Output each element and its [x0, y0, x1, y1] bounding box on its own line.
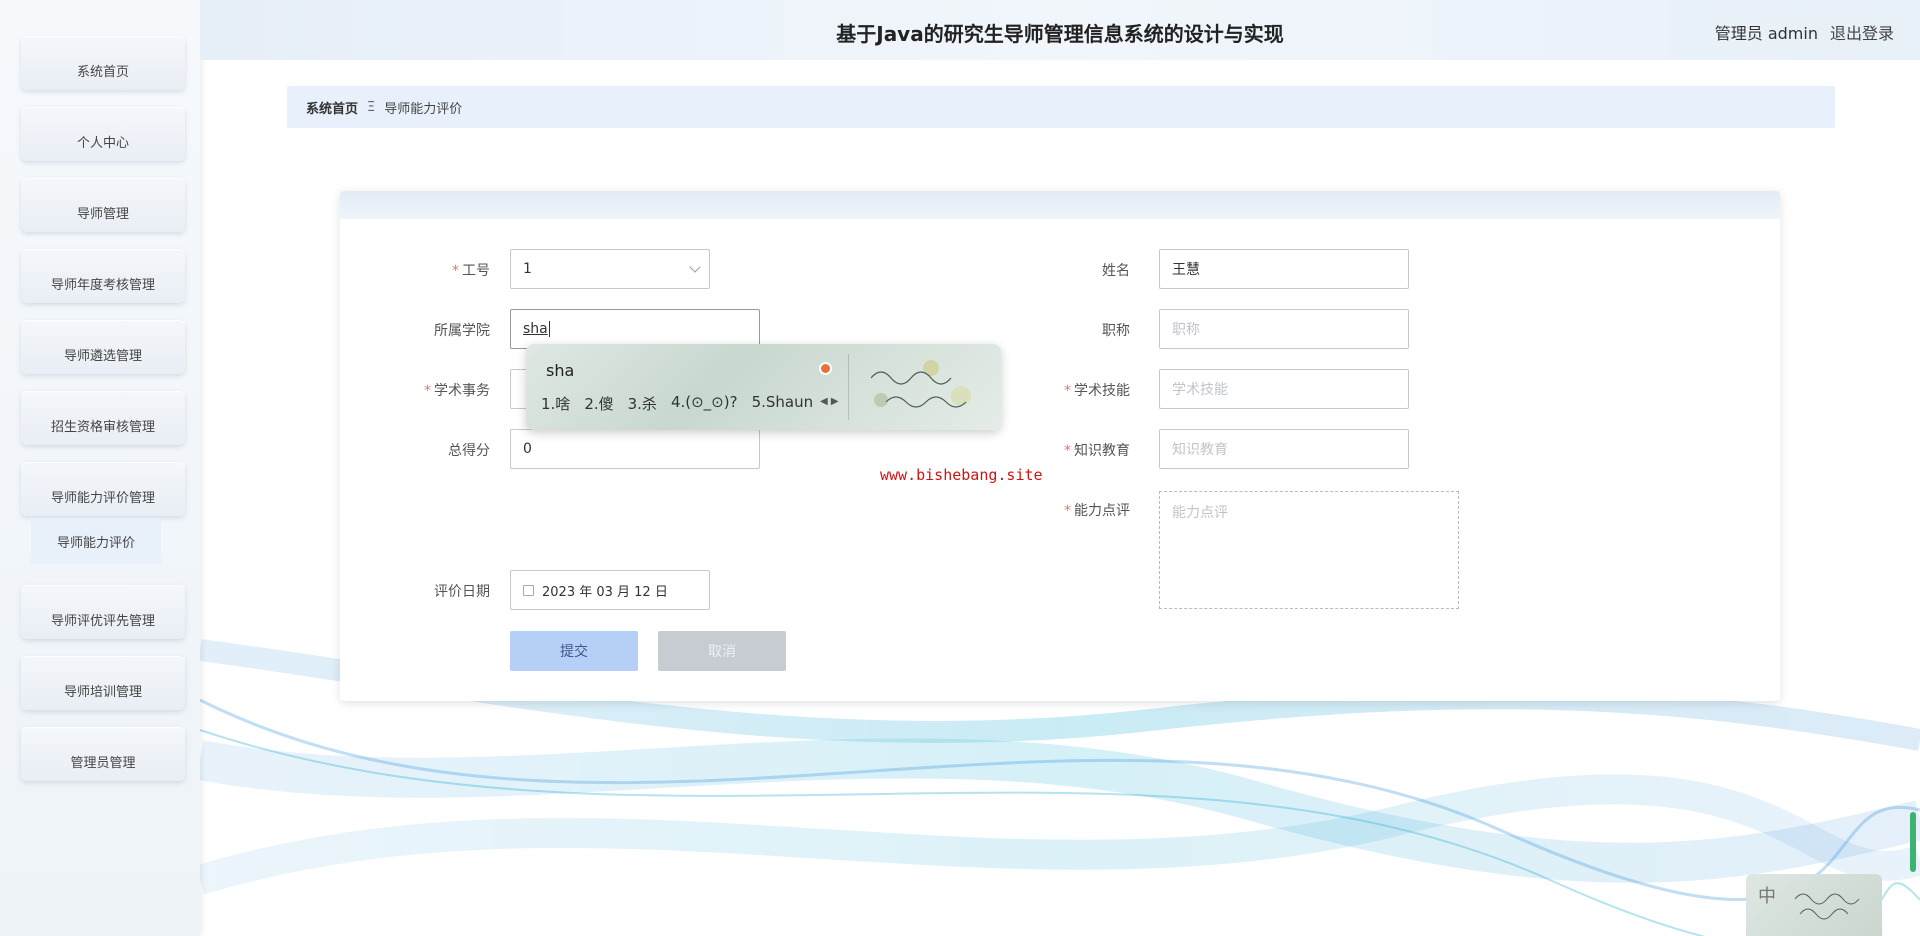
- page-title: 基于Java的研究生导师管理信息系统的设计与实现: [836, 22, 1284, 46]
- submit-button[interactable]: 提交: [510, 631, 638, 671]
- zhicheng-placeholder: 职称: [1172, 322, 1200, 338]
- sidebar-item-personal-center[interactable]: 个人中心: [21, 107, 185, 161]
- zhishijiaoyu-input[interactable]: 知识教育: [1159, 429, 1409, 469]
- label-zhicheng: 职称: [1102, 323, 1130, 339]
- breadcrumb-current: 导师能力评价: [384, 101, 463, 117]
- label-zhishijiaoyu: * 知识教育: [1064, 443, 1130, 459]
- zongdefen-value: 0: [523, 441, 532, 457]
- xueyuan-value: sha: [523, 321, 548, 337]
- header-user-area: 管理员 admin 退出登录: [1715, 20, 1894, 44]
- ime-candidate[interactable]: 1.啥: [541, 393, 570, 414]
- sidebar-item-tutor-selection[interactable]: 导师遴选管理: [21, 320, 185, 374]
- sidebar-item-label: 导师管理: [76, 206, 129, 222]
- zhicheng-input[interactable]: 职称: [1159, 309, 1409, 349]
- xueshujineng-placeholder: 学术技能: [1172, 382, 1228, 398]
- sidebar-item-ability-evaluation[interactable]: 导师能力评价管理: [21, 462, 185, 516]
- form-card: * 工号 1 姓名 王慧 所属学院 sha 职称 职称 * 学术事务 * 学术技能 学…: [340, 191, 1780, 701]
- ime-logo-icon: [819, 362, 832, 375]
- ime-candidate[interactable]: 2.傻: [584, 393, 613, 414]
- ime-candidate[interactable]: 3.杀: [628, 393, 657, 414]
- label-xingming: 姓名: [1102, 263, 1130, 279]
- xingming-value: 王慧: [1172, 262, 1200, 278]
- gonghao-select[interactable]: 1: [510, 249, 710, 289]
- gonghao-value: 1: [523, 261, 532, 277]
- calendar-icon: [523, 584, 534, 596]
- label-pingjiariqi: 评价日期: [434, 584, 490, 600]
- ime-candidate[interactable]: 4.(⊙_⊙)?: [671, 393, 738, 414]
- label-xueyuan: 所属学院: [434, 323, 490, 339]
- ime-status-bar[interactable]: 中: [1746, 874, 1882, 936]
- breadcrumb-separator-icon: Ξ: [367, 99, 376, 115]
- pingjiariqi-value: 2023 年 03 月 12 日: [542, 584, 668, 600]
- submenu-item-ability-evaluation[interactable]: 导师能力评价: [31, 518, 161, 564]
- sidebar-item-home[interactable]: 系统首页: [21, 36, 185, 90]
- label-nenglidianping: * 能力点评: [1064, 503, 1130, 519]
- sidebar-item-label: 导师评优评先管理: [50, 613, 155, 629]
- breadcrumb: 系统首页 Ξ 导师能力评价: [287, 86, 1835, 128]
- ime-status-art-icon: [1794, 893, 1860, 920]
- card-header: [340, 191, 1780, 219]
- xingming-input[interactable]: 王慧: [1159, 249, 1409, 289]
- zhishijiaoyu-placeholder: 知识教育: [1172, 442, 1228, 458]
- sidebar-item-tutor-management[interactable]: 导师管理: [21, 178, 185, 232]
- current-user: 管理员 admin: [1714, 24, 1818, 43]
- sidebar-item-label: 系统首页: [76, 64, 129, 80]
- xueshujineng-input[interactable]: 学术技能: [1159, 369, 1409, 409]
- pingjiariqi-input[interactable]: 2023 年 03 月 12 日: [510, 570, 710, 610]
- sidebar-item-label: 个人中心: [76, 135, 129, 151]
- label-zongdefen: 总得分: [448, 443, 490, 459]
- ime-language-indicator[interactable]: 中: [1758, 882, 1776, 908]
- ime-candidate-popup: sha 1.啥 2.傻 3.杀 4.(⊙_⊙)? 5.Shaun ◀ ▶: [526, 344, 1001, 430]
- sidebar-item-label: 导师遴选管理: [63, 348, 142, 364]
- sidebar-item-annual-assessment[interactable]: 导师年度考核管理: [21, 249, 185, 303]
- sidebar-item-label: 管理员管理: [70, 755, 136, 771]
- ime-skin-art-icon: [870, 360, 971, 408]
- zongdefen-input[interactable]: 0: [510, 429, 760, 469]
- cancel-button[interactable]: 取消: [658, 631, 786, 671]
- sidebar-item-label: 导师培训管理: [63, 684, 142, 700]
- chevron-down-icon: [689, 261, 701, 273]
- sidebar-item-enrollment-review[interactable]: 招生资格审核管理: [21, 391, 185, 445]
- sidebar-item-excellence-awards[interactable]: 导师评优评先管理: [21, 585, 185, 639]
- label-gonghao: * 工号: [452, 263, 490, 279]
- header: 基于Java的研究生导师管理信息系统的设计与实现 管理员 admin 退出登录: [200, 0, 1920, 60]
- watermark: www.bishebang.site: [880, 466, 1043, 484]
- submenu-item-label: 导师能力评价: [56, 535, 135, 551]
- scrollbar-thumb[interactable]: [1910, 812, 1916, 872]
- logout-link[interactable]: 退出登录: [1830, 20, 1894, 44]
- sidebar: 系统首页 个人中心 导师管理 导师年度考核管理 导师遴选管理 招生资格审核管理 …: [0, 0, 200, 936]
- sidebar-item-label: 导师能力评价管理: [50, 490, 155, 506]
- sidebar-item-training[interactable]: 导师培训管理: [21, 656, 185, 710]
- breadcrumb-home[interactable]: 系统首页: [306, 98, 358, 117]
- nenglidianping-textarea[interactable]: 能力点评: [1159, 491, 1459, 609]
- ime-candidate[interactable]: 5.Shaun: [752, 393, 814, 414]
- sidebar-item-label: 导师年度考核管理: [50, 277, 155, 293]
- nenglidianping-placeholder: 能力点评: [1172, 505, 1228, 521]
- ime-page-arrows-icon[interactable]: ◀ ▶: [820, 396, 839, 407]
- sidebar-item-label: 招生资格审核管理: [50, 419, 155, 435]
- label-xueshujineng: * 学术技能: [1064, 383, 1130, 399]
- sidebar-item-admin-management[interactable]: 管理员管理: [21, 727, 185, 781]
- ime-divider: [848, 354, 849, 420]
- label-xueshushiwu: * 学术事务: [424, 383, 490, 399]
- ime-candidate-list: 1.啥 2.傻 3.杀 4.(⊙_⊙)? 5.Shaun: [541, 393, 813, 414]
- xueyuan-input[interactable]: sha: [510, 309, 760, 349]
- ime-composition: sha: [546, 361, 575, 380]
